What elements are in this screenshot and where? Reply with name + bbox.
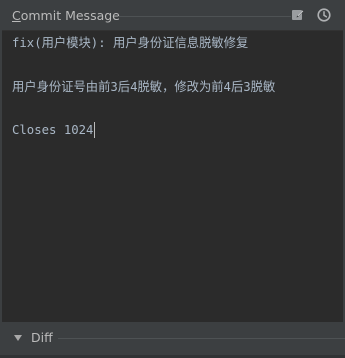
commit-subject-line: fix(用户模块): 用户身份证信息脱敏修复 [12,36,249,50]
commit-footer-line: Closes 1024 [12,122,96,138]
diff-section-toggle[interactable]: Diff [0,324,345,354]
header-separator [118,16,291,17]
commit-message-header: Commit Message [0,0,345,32]
commit-message-title: Commit Message [12,8,120,23]
edit-message-icon[interactable] [291,8,305,22]
history-clock-icon[interactable] [317,8,331,22]
diff-separator [58,338,345,339]
commit-message-panel: Commit Message fix(用户模块): 用户身份证信息脱敏修复 用户… [0,0,345,358]
commit-message-editor[interactable]: fix(用户模块): 用户身份证信息脱敏修复 用户身份证号由前3后4脱敏，修改为… [2,30,343,322]
commit-body-line: 用户身份证号由前3后4脱敏，修改为前4后3脱敏 [12,80,276,94]
text-caret [94,122,96,138]
chevron-down-icon[interactable] [14,335,22,341]
commit-footer-text: Closes 1024 [12,123,94,137]
diff-label[interactable]: Diff [31,330,53,346]
